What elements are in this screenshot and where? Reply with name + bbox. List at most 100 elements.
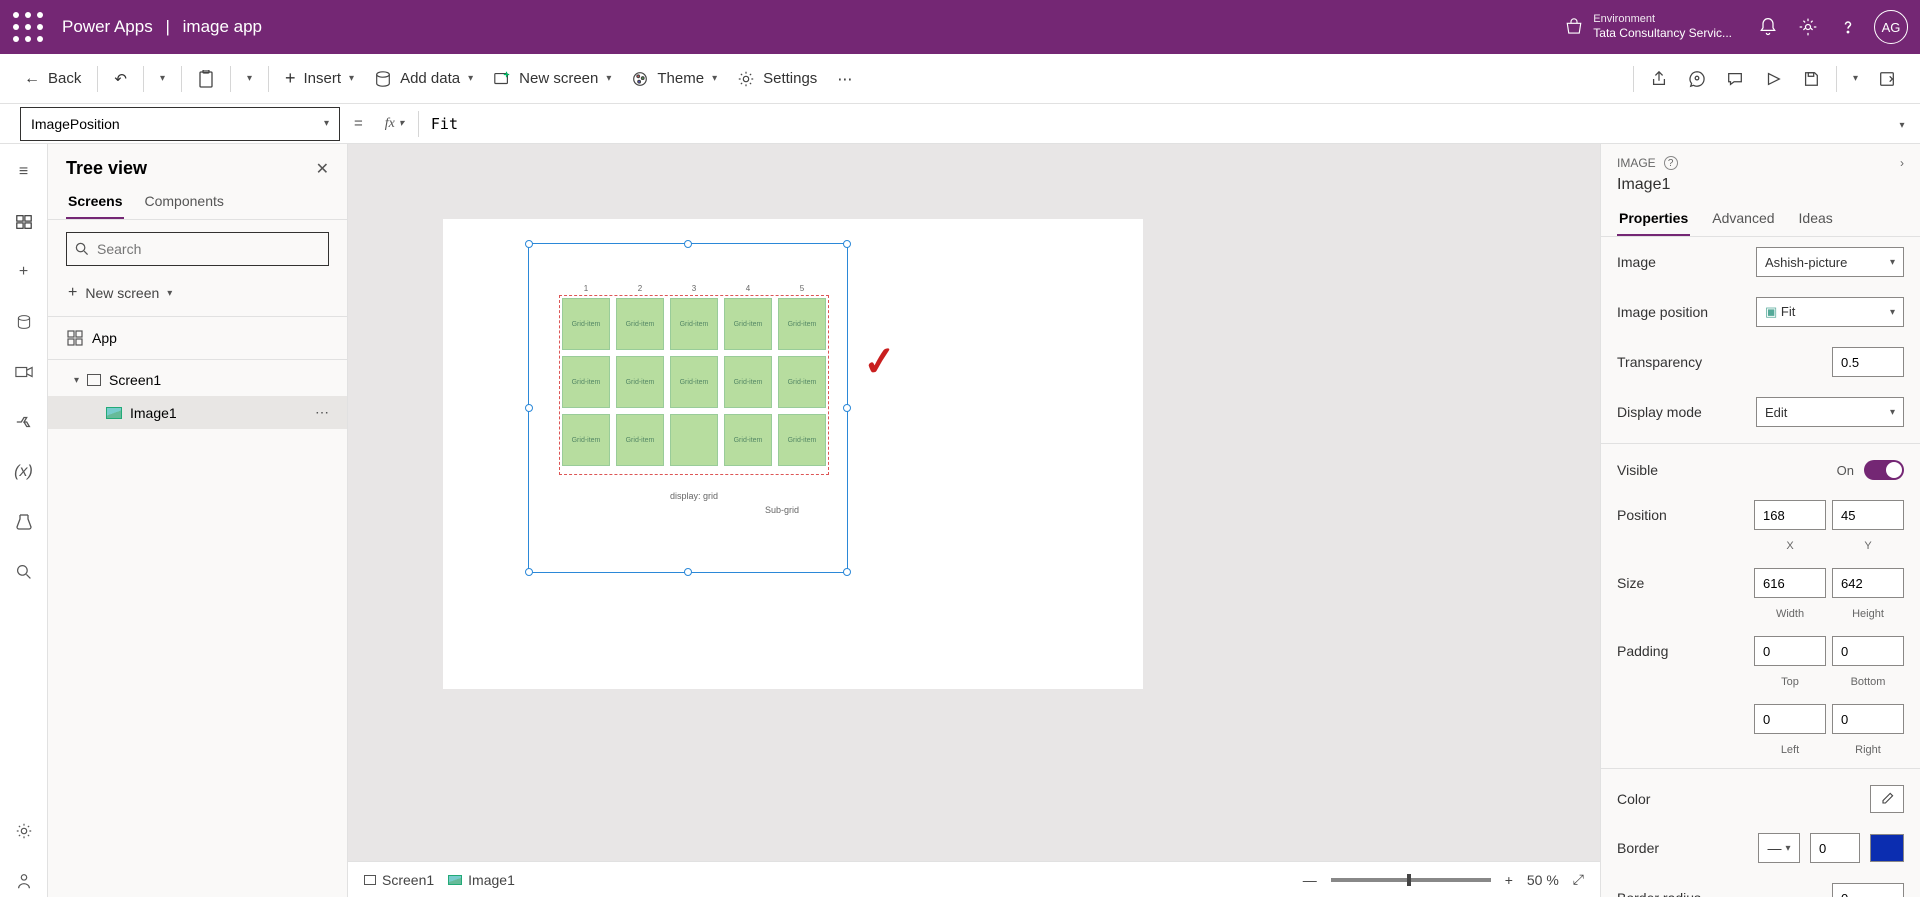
position-y-input[interactable]	[1832, 500, 1904, 530]
toolbar: ←Back ↶ ▾ ▾ +Insert▾ Add data▾ New scree…	[0, 54, 1920, 104]
paste-button[interactable]	[188, 64, 224, 94]
save-button[interactable]	[1792, 64, 1830, 94]
gear-icon	[737, 70, 755, 88]
preview-button[interactable]	[1754, 64, 1792, 94]
border-color-swatch[interactable]	[1870, 834, 1904, 862]
artboard[interactable]: 12345 Grid-itemGrid-itemGrid-itemGrid-it…	[443, 219, 1143, 689]
tab-ideas[interactable]: Ideas	[1797, 202, 1835, 236]
new-screen-tree-button[interactable]: +New screen▾	[66, 278, 329, 308]
save-chevron[interactable]: ▾	[1843, 67, 1868, 90]
breadcrumb-screen[interactable]: Screen1	[364, 872, 434, 888]
undo-button[interactable]: ↶	[104, 64, 137, 94]
media-rail-icon[interactable]	[8, 356, 40, 388]
tab-advanced[interactable]: Advanced	[1710, 202, 1776, 236]
image-position-dropdown[interactable]: ▣ Fit▾	[1756, 297, 1904, 327]
ask-rail-icon[interactable]	[8, 865, 40, 897]
settings-button[interactable]: Settings	[727, 64, 827, 94]
notifications-icon[interactable]	[1748, 7, 1788, 47]
more-icon[interactable]: ⋯	[315, 404, 329, 421]
image-position-label: Image position	[1617, 304, 1746, 320]
tab-components[interactable]: Components	[142, 185, 225, 219]
user-avatar[interactable]: AG	[1874, 10, 1908, 44]
breadcrumb-image[interactable]: Image1	[448, 872, 515, 888]
insert-button[interactable]: +Insert▾	[275, 62, 364, 95]
position-x-input[interactable]	[1754, 500, 1826, 530]
status-bar: Screen1 Image1 — + 50 % ⤢	[348, 861, 1600, 897]
more-button[interactable]: ⋯	[827, 64, 862, 94]
visible-toggle[interactable]	[1864, 460, 1904, 480]
formula-bar: ImagePosition▾ = fx▾ ▾	[0, 104, 1920, 144]
tree-item-image1[interactable]: Image1 ⋯	[48, 396, 347, 429]
undo-chevron[interactable]: ▾	[150, 67, 175, 90]
app-title: Power Apps | image app	[62, 17, 262, 37]
formula-input[interactable]	[425, 109, 1884, 139]
padding-label: Padding	[1617, 643, 1744, 659]
checker-button[interactable]	[1678, 64, 1716, 94]
tab-screens[interactable]: Screens	[66, 185, 124, 219]
transparency-input[interactable]	[1832, 347, 1904, 377]
close-icon[interactable]: ✕	[316, 159, 329, 179]
hamburger-icon[interactable]: ≡	[8, 156, 40, 188]
chevron-right-icon[interactable]: ›	[1900, 156, 1904, 170]
tree-search[interactable]	[66, 232, 329, 266]
env-name: Tata Consultancy Servic...	[1593, 26, 1732, 40]
tree-item-app[interactable]: App	[48, 321, 347, 355]
chevron-down-icon[interactable]: ▾	[74, 375, 79, 386]
flows-rail-icon[interactable]	[8, 406, 40, 438]
image-selection[interactable]: 12345 Grid-itemGrid-itemGrid-itemGrid-it…	[528, 243, 848, 573]
size-label: Size	[1617, 575, 1744, 591]
fx-button[interactable]: fx▾	[385, 116, 404, 132]
variables-rail-icon[interactable]: (x)	[8, 456, 40, 488]
image-icon	[106, 407, 122, 419]
display-mode-dropdown[interactable]: Edit▾	[1756, 397, 1904, 427]
zoom-in-button[interactable]: +	[1505, 872, 1513, 888]
padding-left-input[interactable]	[1754, 704, 1826, 734]
display-mode-label: Display mode	[1617, 404, 1746, 420]
tab-properties[interactable]: Properties	[1617, 202, 1690, 236]
image-label: Image	[1617, 254, 1746, 270]
search-rail-icon[interactable]	[8, 556, 40, 588]
tree-search-input[interactable]	[97, 241, 320, 257]
theme-button[interactable]: Theme▾	[621, 64, 727, 94]
data-icon	[374, 70, 392, 88]
image-dropdown[interactable]: Ashish-picture▾	[1756, 247, 1904, 277]
paste-chevron[interactable]: ▾	[237, 67, 262, 90]
environment-button[interactable]: Environment Tata Consultancy Servic...	[1565, 13, 1732, 41]
help-icon[interactable]	[1828, 7, 1868, 47]
new-screen-button[interactable]: New screen▾	[483, 64, 621, 94]
width-input[interactable]	[1754, 568, 1826, 598]
waffle-icon[interactable]	[12, 11, 44, 43]
color-label: Color	[1617, 791, 1860, 807]
padding-bottom-input[interactable]	[1832, 636, 1904, 666]
tests-rail-icon[interactable]	[8, 506, 40, 538]
padding-right-input[interactable]	[1832, 704, 1904, 734]
border-style-dropdown[interactable]: — ▾	[1758, 833, 1800, 863]
border-radius-input[interactable]	[1832, 883, 1904, 897]
comments-button[interactable]	[1716, 64, 1754, 94]
height-input[interactable]	[1832, 568, 1904, 598]
checkmark-annotation: ✓	[861, 338, 898, 387]
add-data-button[interactable]: Add data▾	[364, 64, 483, 94]
zoom-out-button[interactable]: —	[1303, 872, 1317, 888]
expand-formula-icon[interactable]: ▾	[1884, 115, 1920, 133]
insert-rail-icon[interactable]: +	[8, 256, 40, 288]
border-width-input[interactable]	[1810, 833, 1860, 863]
data-rail-icon[interactable]	[8, 306, 40, 338]
tree-item-screen1[interactable]: ▾ Screen1	[48, 364, 347, 396]
padding-top-input[interactable]	[1754, 636, 1826, 666]
zoom-slider[interactable]	[1331, 878, 1491, 882]
publish-button[interactable]	[1868, 64, 1906, 94]
settings-rail-icon[interactable]	[8, 815, 40, 847]
visible-label: Visible	[1617, 462, 1827, 478]
share-button[interactable]	[1640, 64, 1678, 94]
color-picker-button[interactable]	[1870, 785, 1904, 813]
help-circle-icon[interactable]: ?	[1664, 156, 1678, 170]
property-dropdown[interactable]: ImagePosition▾	[20, 107, 340, 141]
settings-icon[interactable]	[1788, 7, 1828, 47]
canvas[interactable]: 12345 Grid-itemGrid-itemGrid-itemGrid-it…	[348, 144, 1600, 897]
back-button[interactable]: ←Back	[14, 64, 91, 94]
fit-screen-button[interactable]: ⤢	[1573, 871, 1584, 888]
transparency-label: Transparency	[1617, 354, 1822, 370]
tree-view-icon[interactable]	[8, 206, 40, 238]
control-name: Image1	[1601, 176, 1920, 202]
